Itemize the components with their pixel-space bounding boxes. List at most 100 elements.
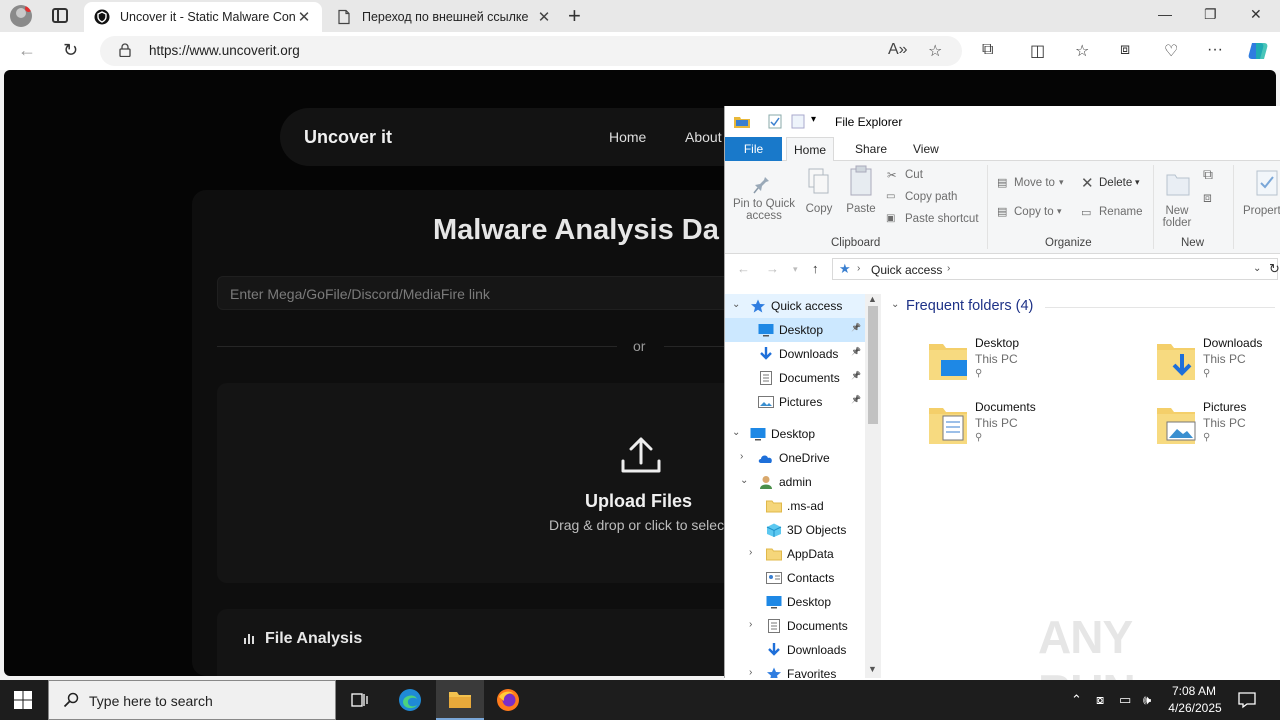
copy-to-button[interactable]: Copy to <box>1014 206 1054 218</box>
nav-tree-item[interactable]: Pictures 📌 <box>725 390 865 414</box>
network-icon[interactable]: ▭ <box>1119 692 1131 708</box>
properties-button[interactable]: Propert <box>1243 205 1280 217</box>
restore-icon[interactable]: ❐ <box>1204 6 1217 23</box>
cut-button[interactable]: Cut <box>905 169 923 181</box>
expand-icon[interactable]: › <box>749 667 752 678</box>
explorer-back-icon[interactable]: ← <box>737 261 750 276</box>
nav-link-about[interactable]: About <box>685 129 722 145</box>
copy-button[interactable]: Copy <box>803 203 835 215</box>
easy-access-icon[interactable]: ⧈ <box>1203 189 1212 206</box>
copy-path-button[interactable]: Copy path <box>905 191 957 203</box>
delete-dropdown-icon[interactable]: ▾ <box>1135 177 1140 188</box>
nav-tree-item[interactable]: › Favorites <box>725 662 865 678</box>
collapse-icon[interactable]: ⌄ <box>732 427 740 438</box>
collapse-group-icon[interactable]: ⌄ <box>891 299 899 310</box>
new-folder-button[interactable]: New folder <box>1157 205 1197 229</box>
delete-button[interactable]: Delete <box>1099 177 1132 189</box>
nav-tree-item[interactable]: Desktop 📌 <box>725 318 865 342</box>
nav-tree-item[interactable]: ⌄ Quick access <box>725 294 865 318</box>
new-tab-icon[interactable]: + <box>568 3 581 29</box>
task-view-button[interactable] <box>336 680 384 720</box>
extensions-icon[interactable]: ⧉ <box>982 41 993 59</box>
recent-locations-icon[interactable]: ▾ <box>793 264 798 275</box>
favorite-star-icon[interactable]: ☆ <box>928 41 942 61</box>
refresh-icon[interactable]: ↻ <box>63 40 78 61</box>
expand-icon[interactable]: › <box>740 451 743 462</box>
firefox-taskbar-button[interactable] <box>484 680 532 720</box>
nav-tree-item[interactable]: Downloads 📌 <box>725 342 865 366</box>
favorites-icon[interactable]: ☆ <box>1075 41 1089 61</box>
explorer-refresh-icon[interactable]: ↻ <box>1269 261 1280 277</box>
back-icon[interactable]: ← <box>18 40 36 61</box>
file-explorer-taskbar-button[interactable] <box>436 680 484 720</box>
qat-dropdown-icon[interactable]: ▾ <box>811 114 816 125</box>
split-screen-icon[interactable]: ◫ <box>1030 41 1045 61</box>
frequent-folders-header[interactable]: Frequent folders (4) <box>906 298 1033 314</box>
paste-button[interactable]: Paste <box>843 203 879 215</box>
breadcrumb-chevron-icon[interactable]: › <box>947 263 950 274</box>
scroll-up-icon[interactable]: ▲ <box>868 294 877 304</box>
nav-tree-item[interactable]: ⌄ admin <box>725 470 865 494</box>
collapse-icon[interactable]: ⌄ <box>740 475 748 486</box>
explorer-address-bar[interactable]: ★ › Quick access › ⌄ <box>832 258 1278 280</box>
tab-uncoverit[interactable]: Uncover it - Static Malware Confi ✕ <box>84 2 322 32</box>
scroll-down-icon[interactable]: ▼ <box>868 664 877 674</box>
properties-qat-icon[interactable] <box>768 114 782 129</box>
edge-taskbar-button[interactable] <box>386 680 434 720</box>
pin-to-quick-access-button[interactable]: Pin to Quick access <box>731 198 797 222</box>
breadcrumb[interactable]: Quick access <box>871 263 942 277</box>
more-menu-icon[interactable]: ··· <box>1207 41 1223 59</box>
address-bar[interactable]: https://www.uncoverit.org A» ☆ <box>100 36 962 66</box>
collections-icon[interactable]: ⧈ <box>1120 41 1130 59</box>
clock-date[interactable]: 4/26/2025 <box>1164 701 1226 715</box>
nav-link-home[interactable]: Home <box>609 129 646 145</box>
new-item-icon[interactable]: ⧉ <box>1203 166 1213 183</box>
folder-tile[interactable]: Desktop This PC ⚲ <box>927 336 1127 392</box>
new-folder-qat-icon[interactable] <box>791 114 805 129</box>
folder-tile[interactable]: Documents This PC ⚲ <box>927 400 1127 456</box>
profile-avatar-icon[interactable] <box>10 5 32 27</box>
paste-shortcut-button[interactable]: Paste shortcut <box>905 213 979 225</box>
nav-tree-item[interactable]: › AppData <box>725 542 865 566</box>
network-device-icon[interactable]: ⧇ <box>1096 692 1104 708</box>
tab-close-icon[interactable]: ✕ <box>536 8 552 26</box>
tab-actions-icon[interactable] <box>52 8 68 23</box>
nav-tree-item[interactable]: Contacts <box>725 566 865 590</box>
address-dropdown-icon[interactable]: ⌄ <box>1253 263 1261 274</box>
tab-external-link[interactable]: Переход по внешней ссылке ✕ <box>326 2 562 32</box>
browser-essentials-icon[interactable]: ♡ <box>1164 41 1178 61</box>
minimize-icon[interactable]: — <box>1158 6 1172 22</box>
ribbon-tab-view[interactable]: View <box>913 137 939 161</box>
folder-tile[interactable]: Pictures This PC ⚲ <box>1155 400 1280 456</box>
expand-icon[interactable]: › <box>749 547 752 558</box>
nav-tree-item[interactable]: Downloads <box>725 638 865 662</box>
copy-to-dropdown-icon[interactable]: ▾ <box>1057 206 1062 217</box>
ribbon-tab-home[interactable]: Home <box>786 137 834 162</box>
site-brand[interactable]: Uncover it <box>304 127 392 148</box>
close-window-icon[interactable]: ✕ <box>1250 6 1262 23</box>
copilot-icon[interactable] <box>1246 39 1270 63</box>
windows-start-icon[interactable] <box>14 691 32 709</box>
nav-tree-item[interactable]: .ms-ad <box>725 494 865 518</box>
navigation-scrollbar[interactable]: ▲ ▼ <box>865 294 881 678</box>
nav-tree-item[interactable]: 3D Objects <box>725 518 865 542</box>
read-aloud-icon[interactable]: A» <box>888 41 908 59</box>
collapse-icon[interactable]: ⌄ <box>732 299 740 310</box>
volume-icon[interactable]: 🕪 <box>1143 692 1151 708</box>
nav-tree-item[interactable]: › Documents <box>725 614 865 638</box>
nav-tree-item[interactable]: › OneDrive <box>725 446 865 470</box>
ribbon-tab-share[interactable]: Share <box>855 137 887 161</box>
breadcrumb-chevron-icon[interactable]: › <box>857 263 860 274</box>
notifications-icon[interactable] <box>1238 691 1256 709</box>
folder-tile[interactable]: Downloads This PC ⚲ <box>1155 336 1280 392</box>
expand-icon[interactable]: › <box>749 619 752 630</box>
taskbar-search[interactable]: Type here to search <box>48 680 336 720</box>
explorer-forward-icon[interactable]: → <box>766 261 779 276</box>
scroll-thumb[interactable] <box>868 306 878 424</box>
move-to-dropdown-icon[interactable]: ▾ <box>1059 177 1064 188</box>
nav-tree-item[interactable]: Desktop <box>725 590 865 614</box>
tab-close-icon[interactable]: ✕ <box>296 8 312 26</box>
ribbon-tab-file[interactable]: File <box>725 137 782 161</box>
move-to-button[interactable]: Move to <box>1014 177 1055 189</box>
nav-tree-item[interactable]: ⌄ Desktop <box>725 422 865 446</box>
